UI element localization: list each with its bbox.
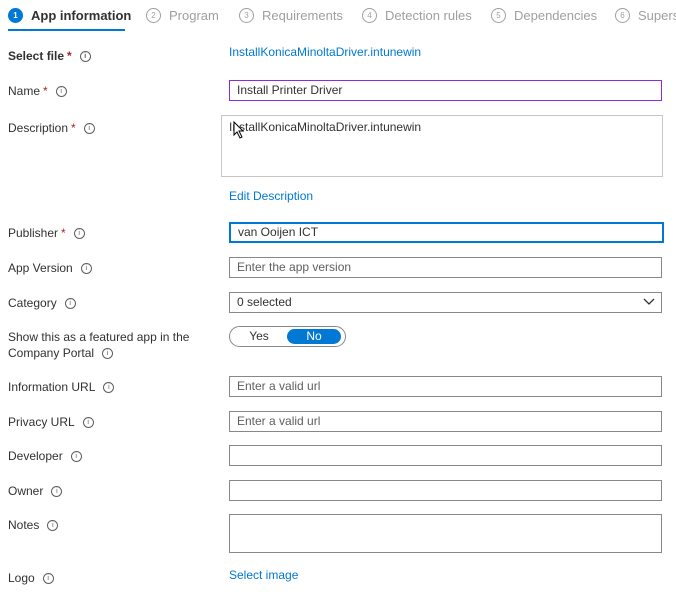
featured-app-label: Show this as a featured app in the Compa… bbox=[8, 330, 190, 360]
publisher-label: Publisher * i bbox=[8, 225, 85, 241]
name-label: Name * i bbox=[8, 83, 67, 99]
info-icon[interactable]: i bbox=[103, 382, 115, 394]
category-label: Category i bbox=[8, 295, 76, 311]
selected-file-link[interactable]: InstallKonicaMinoltaDriver.intunewin bbox=[229, 45, 421, 59]
category-value: 0 selected bbox=[237, 295, 292, 309]
info-icon[interactable]: i bbox=[42, 573, 54, 585]
developer-input[interactable] bbox=[229, 445, 662, 466]
notes-textarea[interactable] bbox=[229, 514, 662, 553]
toggle-no[interactable]: No bbox=[287, 329, 341, 344]
tab-requirements[interactable]: 3 Requirements bbox=[239, 8, 343, 23]
info-icon[interactable]: i bbox=[102, 348, 114, 360]
select-file-label: Select file * i bbox=[8, 48, 91, 64]
info-icon[interactable]: i bbox=[55, 86, 67, 98]
description-textarea[interactable]: InstallKonicaMinoltaDriver.intunewin bbox=[221, 115, 663, 177]
info-icon[interactable]: i bbox=[73, 228, 85, 240]
info-icon[interactable]: i bbox=[79, 51, 91, 63]
step-number: 6 bbox=[615, 8, 630, 23]
step-number: 5 bbox=[491, 8, 506, 23]
tab-label: Requirements bbox=[262, 8, 343, 23]
tab-supersedence[interactable]: 6 Supers bbox=[615, 8, 676, 23]
information-url-input[interactable]: Enter a valid url bbox=[229, 376, 662, 397]
info-icon[interactable]: i bbox=[47, 520, 59, 532]
developer-label: Developer i bbox=[8, 448, 82, 464]
info-icon[interactable]: i bbox=[83, 123, 95, 135]
active-tab-indicator bbox=[8, 29, 125, 31]
notes-label: Notes i bbox=[8, 517, 59, 533]
wizard-tabs: 1 App information 2 Program 3 Requirements … bbox=[0, 0, 676, 34]
mouse-cursor-icon bbox=[233, 121, 245, 139]
tab-app-information[interactable]: 1 App information bbox=[8, 8, 131, 23]
tab-label: Supers bbox=[638, 8, 676, 23]
tab-label: Program bbox=[169, 8, 219, 23]
step-number: 4 bbox=[362, 8, 377, 23]
tab-label: Detection rules bbox=[385, 8, 472, 23]
logo-label: Logo i bbox=[8, 570, 54, 586]
step-number: 2 bbox=[146, 8, 161, 23]
app-version-label: App Version i bbox=[8, 260, 92, 276]
info-icon[interactable]: i bbox=[70, 451, 82, 463]
tab-detection-rules[interactable]: 4 Detection rules bbox=[362, 8, 472, 23]
tab-program[interactable]: 2 Program bbox=[146, 8, 219, 23]
owner-input[interactable] bbox=[229, 480, 662, 501]
info-icon[interactable]: i bbox=[82, 417, 94, 429]
app-version-input[interactable]: Enter the app version bbox=[229, 257, 662, 278]
tab-label: App information bbox=[31, 8, 132, 23]
toggle-yes[interactable]: Yes bbox=[233, 329, 285, 344]
privacy-url-label: Privacy URL i bbox=[8, 414, 94, 430]
publisher-input[interactable]: van Ooijen ICT bbox=[229, 222, 664, 243]
info-icon[interactable]: i bbox=[51, 486, 63, 498]
info-icon[interactable]: i bbox=[64, 298, 76, 310]
chevron-down-icon bbox=[643, 298, 655, 305]
tab-dependencies[interactable]: 5 Dependencies bbox=[491, 8, 597, 23]
privacy-url-input[interactable]: Enter a valid url bbox=[229, 411, 662, 432]
edit-description-link[interactable]: Edit Description bbox=[229, 189, 313, 203]
tab-label: Dependencies bbox=[514, 8, 598, 23]
step-number: 1 bbox=[8, 8, 23, 23]
owner-label: Owner i bbox=[8, 483, 63, 499]
name-input[interactable]: Install Printer Driver bbox=[229, 80, 662, 101]
info-icon[interactable]: i bbox=[80, 263, 92, 275]
description-label: Description * i bbox=[8, 120, 95, 136]
information-url-label: Information URL i bbox=[8, 379, 115, 395]
featured-app-toggle[interactable]: Yes No bbox=[229, 326, 346, 347]
category-dropdown[interactable]: 0 selected bbox=[229, 292, 662, 313]
step-number: 3 bbox=[239, 8, 254, 23]
select-image-link[interactable]: Select image bbox=[229, 568, 298, 582]
